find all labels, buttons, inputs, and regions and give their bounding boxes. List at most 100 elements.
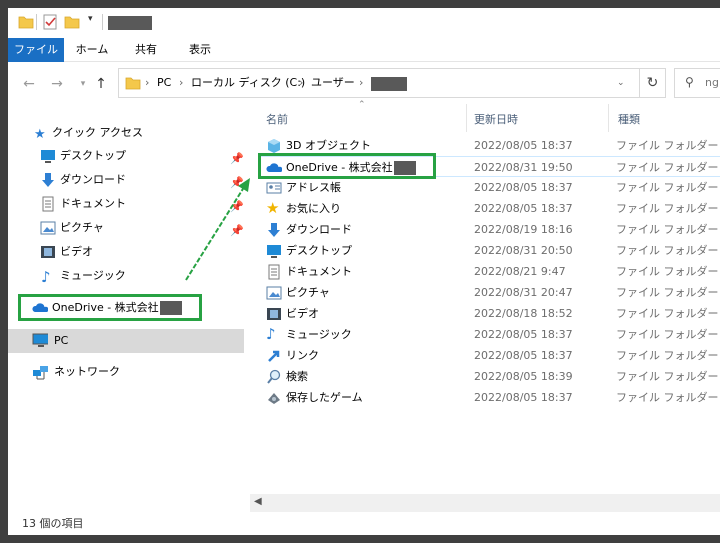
folder-quick-icon[interactable] — [18, 14, 34, 30]
new-folder-icon[interactable] — [64, 14, 80, 30]
list-item[interactable]: ドキュメント 2022/08/21 9:47 ファイル フォルダー — [258, 261, 720, 282]
breadcrumb-local-disk[interactable]: ローカル ディスク (C:) — [191, 69, 305, 97]
document-icon — [42, 196, 54, 212]
sidebar-item-network[interactable]: ネットワーク — [8, 361, 244, 383]
scroll-left-icon[interactable]: ◀ — [254, 496, 262, 507]
file-name: ドキュメント — [286, 265, 352, 278]
list-item[interactable]: ビデオ 2022/08/18 18:52 ファイル フォルダー — [258, 303, 720, 324]
back-icon[interactable]: ← — [20, 74, 38, 94]
file-type: ファイル フォルダー — [616, 307, 719, 320]
tab-view[interactable]: 表示 — [180, 38, 220, 62]
list-item[interactable]: アドレス帳 2022/08/05 18:37 ファイル フォルダー — [258, 177, 720, 198]
horizontal-scrollbar[interactable]: ◀ — [250, 494, 720, 512]
file-date: 2022/08/31 19:50 — [474, 161, 573, 174]
sidebar-item-label: ピクチャ — [60, 221, 104, 234]
sidebar-item-label: ダウンロード — [60, 173, 126, 186]
column-divider[interactable] — [608, 104, 609, 132]
forward-icon[interactable]: → — [48, 74, 66, 94]
file-type: ファイル フォルダー — [616, 139, 719, 152]
breadcrumb-user-redacted[interactable] — [371, 77, 407, 91]
file-name: ピクチャ — [286, 286, 330, 299]
refresh-icon[interactable]: ↻ — [639, 69, 665, 97]
file-date: 2022/08/21 9:47 — [474, 265, 566, 278]
file-type: ファイル フォルダー — [616, 370, 719, 383]
customize-toolbar-icon[interactable]: ▾ — [88, 14, 93, 24]
list-item[interactable]: 検索 2022/08/05 18:39 ファイル フォルダー — [258, 366, 720, 387]
recent-locations-icon[interactable]: ▾ — [74, 74, 92, 94]
file-date: 2022/08/05 18:37 — [474, 391, 573, 404]
column-header-date[interactable]: 更新日時 — [474, 108, 604, 132]
file-type: ファイル フォルダー — [616, 286, 719, 299]
file-name: ダウンロード — [286, 223, 352, 236]
tab-home[interactable]: ホーム — [64, 38, 120, 62]
download-icon — [42, 173, 54, 187]
up-icon[interactable]: ↑ — [92, 74, 110, 94]
folder-icon — [125, 77, 141, 90]
breadcrumb-users[interactable]: ユーザー — [311, 69, 355, 97]
file-type: ファイル フォルダー — [616, 328, 719, 341]
sidebar-item-quick-access[interactable]: ★ クイック アクセス — [8, 122, 244, 144]
sidebar-item-label: デスクトップ — [60, 149, 126, 162]
list-item[interactable]: ♪ ミュージック 2022/08/05 18:37 ファイル フォルダー — [258, 324, 720, 345]
address-dropdown-icon[interactable]: ⌄ — [617, 69, 625, 97]
file-date: 2022/08/05 18:37 — [474, 202, 573, 215]
list-item[interactable]: デスクトップ 2022/08/31 20:50 ファイル フォルダー — [258, 240, 720, 261]
sidebar-item-pc[interactable]: PC — [8, 329, 244, 353]
sidebar-item-label: ネットワーク — [54, 365, 120, 378]
sidebar-item-label: ミュージック — [60, 269, 126, 282]
list-item[interactable]: 保存したゲーム 2022/08/05 18:37 ファイル フォルダー — [258, 387, 720, 408]
item-count: 13 個の項目 — [22, 517, 84, 530]
address-bar[interactable]: › PC › ローカル ディスク (C:) › ユーザー › ⌄ ↻ — [118, 68, 666, 98]
properties-icon[interactable] — [42, 14, 58, 30]
list-item[interactable]: ★ お気に入り 2022/08/05 18:37 ファイル フォルダー — [258, 198, 720, 219]
chevron-right-icon[interactable]: › — [359, 69, 363, 97]
file-type: ファイル フォルダー — [616, 391, 719, 404]
file-name: ビデオ — [286, 307, 319, 320]
pin-icon[interactable]: 📌 — [230, 148, 244, 170]
file-name: お気に入り — [286, 202, 341, 215]
music-icon: ♪ — [41, 268, 51, 286]
search-icon: ⚲ — [685, 75, 694, 89]
chevron-right-icon[interactable]: › — [299, 69, 303, 97]
highlight-onedrive-list — [258, 153, 436, 179]
sidebar-item-desktop[interactable]: デスクトップ 📌 — [8, 145, 244, 167]
chevron-right-icon[interactable]: › — [179, 69, 183, 97]
column-header-name[interactable]: 名前 — [266, 108, 466, 132]
links-icon — [268, 350, 280, 362]
file-date: 2022/08/31 20:50 — [474, 244, 573, 257]
music-icon: ♪ — [266, 325, 276, 343]
file-name: デスクトップ — [286, 244, 352, 257]
sidebar-item-label: ドキュメント — [60, 197, 126, 210]
saved-games-icon — [268, 393, 280, 404]
search-icon — [267, 369, 281, 384]
file-name: 保存したゲーム — [286, 391, 363, 404]
column-divider[interactable] — [466, 104, 467, 132]
pc-icon — [32, 333, 48, 347]
file-name: アドレス帳 — [286, 181, 341, 194]
tab-file[interactable]: ファイル — [8, 38, 64, 62]
title-bar: ▾ — [8, 8, 720, 38]
search-box[interactable]: ⚲ ng — [674, 68, 720, 98]
breadcrumb-pc[interactable]: PC — [157, 69, 171, 97]
tab-share[interactable]: 共有 — [126, 38, 166, 62]
file-name: リンク — [286, 349, 319, 362]
file-date: 2022/08/05 18:37 — [474, 181, 573, 194]
file-type: ファイル フォルダー — [616, 202, 719, 215]
chevron-right-icon[interactable]: › — [145, 69, 149, 97]
file-type: ファイル フォルダー — [616, 265, 719, 278]
video-icon — [267, 308, 281, 320]
video-icon — [41, 246, 55, 258]
file-type: ファイル フォルダー — [616, 349, 719, 362]
file-type: ファイル フォルダー — [616, 181, 719, 194]
ribbon-tabs: ファイル ホーム 共有 表示 — [8, 38, 720, 62]
file-list: ⌃ 名前 更新日時 種類 3D オブジェクト 2022/08/05 18:37 … — [250, 100, 720, 520]
highlight-onedrive-sidebar — [18, 294, 202, 321]
file-name: ミュージック — [286, 328, 352, 341]
column-header-type[interactable]: 種類 — [618, 108, 718, 132]
list-item[interactable]: リンク 2022/08/05 18:37 ファイル フォルダー — [258, 345, 720, 366]
list-item[interactable]: ピクチャ 2022/08/31 20:47 ファイル フォルダー — [258, 282, 720, 303]
file-date: 2022/08/18 18:52 — [474, 307, 573, 320]
list-item[interactable]: ダウンロード 2022/08/19 18:16 ファイル フォルダー — [258, 219, 720, 240]
file-type: ファイル フォルダー — [616, 161, 719, 174]
sidebar-item-label: ビデオ — [60, 245, 93, 258]
